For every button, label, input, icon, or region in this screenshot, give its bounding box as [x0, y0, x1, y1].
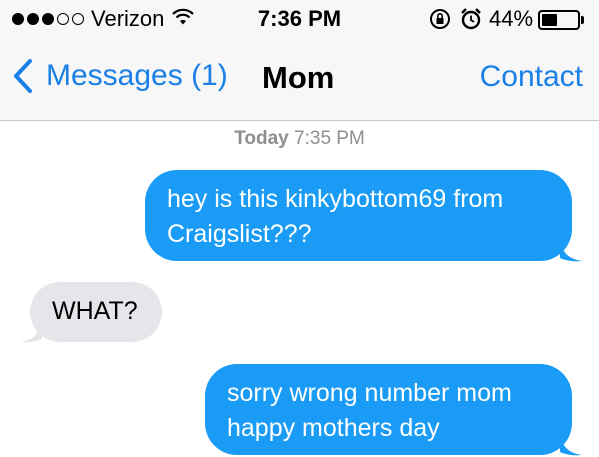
timestamp-day: Today	[234, 128, 289, 149]
battery-level	[542, 14, 557, 26]
contact-button[interactable]: Contact	[480, 60, 583, 94]
battery-percentage: 44%	[489, 6, 534, 31]
battery-terminal	[581, 16, 584, 24]
message-text: hey is this kinkybottom69 from Craigslis…	[167, 185, 504, 248]
bubble-tail	[560, 434, 582, 456]
message-text: WHAT?	[52, 297, 138, 325]
navigation-bar: Messages (1) Mom Contact	[0, 40, 599, 120]
back-button[interactable]: Messages (1)	[12, 58, 228, 94]
sent-message-bubble[interactable]: sorry wrong number mom happy mothers day	[205, 364, 582, 456]
status-bar: Verizon 7:36 PM 44%	[0, 0, 599, 40]
bubble-tail	[560, 240, 582, 262]
header: Verizon 7:36 PM 44% Messages (1) Mom Con…	[0, 0, 599, 121]
sent-message-bubble[interactable]: hey is this kinkybottom69 from Craigslis…	[145, 170, 582, 262]
bubble-tail	[20, 321, 42, 343]
back-button-label: Messages (1)	[46, 59, 228, 92]
message-timestamp: Today 7:35 PM	[0, 128, 599, 150]
alarm-icon	[460, 7, 482, 36]
chevron-left-icon	[14, 59, 32, 93]
message-text: sorry wrong number mom happy mothers day	[227, 379, 512, 442]
received-message-bubble[interactable]: WHAT?	[20, 282, 162, 343]
conversation-title: Mom	[262, 60, 335, 95]
rotation-lock-icon	[428, 7, 452, 36]
battery-icon	[538, 10, 580, 30]
timestamp-time: 7:35 PM	[294, 128, 365, 149]
